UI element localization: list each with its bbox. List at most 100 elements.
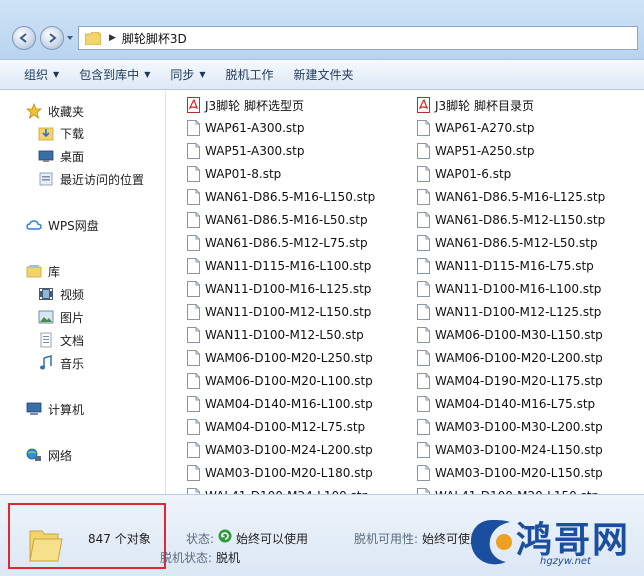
- file-icon: [417, 396, 430, 412]
- sidebar-item-label: 库: [48, 264, 61, 279]
- library-icon: [26, 263, 42, 279]
- file-item[interactable]: WAN11-D115-M16-L100.stp: [187, 256, 371, 276]
- file-icon: [417, 327, 430, 343]
- file-item[interactable]: J3脚轮 脚杯选型页: [187, 95, 304, 115]
- file-icon: [187, 396, 200, 412]
- file-item[interactable]: WAN61-D86.5-M16-L50.stp: [187, 210, 368, 230]
- file-item[interactable]: J3脚轮 脚杯目录页: [417, 95, 534, 115]
- file-name: WAN61-D86.5-M12-L75.stp: [205, 236, 368, 250]
- sidebar-item-desktop[interactable]: 桌面: [38, 146, 84, 166]
- file-icon: [187, 189, 200, 205]
- navigation-pane: 收藏夹 下载 桌面 最近访问的位置 WPS网盘 库 视频 图片 文档 音乐 计算…: [0, 91, 166, 494]
- file-item[interactable]: WAM04-D140-M16-L75.stp: [417, 394, 595, 414]
- file-name: WAN61-D86.5-M16-L150.stp: [205, 190, 376, 204]
- file-icon: [187, 120, 200, 136]
- document-icon: [38, 332, 54, 348]
- file-item[interactable]: WAM03-D100-M20-L150.stp: [417, 463, 603, 483]
- network-icon: [26, 447, 42, 463]
- file-item[interactable]: WAN61-D86.5-M12-L50.stp: [417, 233, 598, 253]
- sidebar-item-label: WPS网盘: [48, 218, 99, 233]
- back-arrow-icon: [19, 33, 27, 43]
- pdf-file-icon: [417, 97, 430, 113]
- file-name: WAM03-D100-M30-L200.stp: [435, 420, 603, 434]
- file-name: WAN61-D86.5-M12-L50.stp: [435, 236, 598, 250]
- forward-button[interactable]: [40, 26, 64, 50]
- work-offline-button[interactable]: 脱机工作: [216, 64, 284, 86]
- chevron-down-icon: ▼: [199, 70, 206, 79]
- file-item[interactable]: WAN11-D100-M12-L50.stp: [187, 325, 364, 345]
- file-item[interactable]: WAN11-D100-M12-L125.stp: [417, 302, 601, 322]
- address-path[interactable]: 脚轮脚杯3D: [122, 30, 187, 47]
- sidebar-item-computer[interactable]: 计算机: [26, 399, 84, 419]
- file-item[interactable]: WAP01-6.stp: [417, 164, 511, 184]
- file-item[interactable]: WAN11-D100-M12-L150.stp: [187, 302, 371, 322]
- file-name: J3脚轮 脚杯目录页: [435, 98, 534, 113]
- file-item[interactable]: WAP51-A300.stp: [187, 141, 305, 161]
- include-in-library-label: 包含到库中: [79, 68, 140, 82]
- file-icon: [187, 212, 200, 228]
- file-item[interactable]: WAP01-8.stp: [187, 164, 281, 184]
- file-item[interactable]: WAM04-D100-M12-L75.stp: [187, 417, 365, 437]
- sidebar-item-videos[interactable]: 视频: [38, 284, 84, 304]
- file-item[interactable]: WAM06-D100-M20-L200.stp: [417, 348, 603, 368]
- file-icon: [417, 373, 430, 389]
- file-item[interactable]: WAM03-D100-M30-L200.stp: [417, 417, 603, 437]
- file-item[interactable]: WAN61-D86.5-M12-L75.stp: [187, 233, 368, 253]
- file-item[interactable]: WAM04-D190-M20-L175.stp: [417, 371, 603, 391]
- file-item[interactable]: WAN61-D86.5-M16-L125.stp: [417, 187, 605, 207]
- sidebar-item-wps-cloud[interactable]: WPS网盘: [26, 215, 99, 235]
- file-icon: [417, 143, 430, 159]
- file-name: WAP51-A300.stp: [205, 144, 305, 158]
- file-item[interactable]: WAM06-D100-M30-L150.stp: [417, 325, 603, 345]
- address-bar[interactable]: ▶ 脚轮脚杯3D: [78, 26, 638, 50]
- file-name: WAN11-D100-M16-L125.stp: [205, 282, 372, 296]
- file-name: WAM06-D100-M30-L150.stp: [435, 328, 603, 342]
- file-item[interactable]: WAN11-D115-M16-L75.stp: [417, 256, 594, 276]
- forward-arrow-icon: [49, 33, 57, 43]
- file-item[interactable]: WAM03-D100-M20-L180.stp: [187, 463, 373, 483]
- status-label: 状态:: [186, 532, 215, 546]
- file-item[interactable]: WAM04-D140-M16-L100.stp: [187, 394, 373, 414]
- file-name: WAM03-D100-M20-L180.stp: [205, 466, 373, 480]
- new-folder-label: 新建文件夹: [293, 68, 354, 82]
- file-item[interactable]: WAN61-D86.5-M12-L150.stp: [417, 210, 605, 230]
- recent-pages-dropdown-icon[interactable]: [66, 34, 74, 42]
- breadcrumb-arrow-icon[interactable]: ▶: [109, 33, 116, 43]
- sidebar-item-label: 网络: [48, 448, 73, 463]
- file-icon: [187, 304, 200, 320]
- sidebar-item-network[interactable]: 网络: [26, 445, 72, 465]
- file-item[interactable]: WAM03-D100-M24-L200.stp: [187, 440, 373, 460]
- highlight-box: [8, 503, 166, 569]
- file-item[interactable]: WAN61-D86.5-M16-L150.stp: [187, 187, 375, 207]
- file-name: WAM04-D100-M12-L75.stp: [205, 420, 366, 434]
- file-item[interactable]: WAM03-D100-M24-L150.stp: [417, 440, 603, 460]
- file-item[interactable]: WAM06-D100-M20-L100.stp: [187, 371, 373, 391]
- back-button[interactable]: [12, 26, 36, 50]
- sidebar-item-downloads[interactable]: 下载: [38, 123, 84, 143]
- include-in-library-menu[interactable]: 包含到库中 ▼: [69, 64, 160, 86]
- file-icon: [417, 258, 430, 274]
- file-name: WAM06-D100-M20-L250.stp: [205, 351, 373, 365]
- sync-menu[interactable]: 同步 ▼: [160, 64, 215, 86]
- sidebar-item-pictures[interactable]: 图片: [38, 307, 84, 327]
- download-folder-icon: [38, 125, 54, 141]
- file-name: WAN11-D115-M16-L75.stp: [435, 259, 594, 273]
- file-icon: [417, 465, 430, 481]
- organize-menu[interactable]: 组织 ▼: [14, 64, 69, 86]
- sidebar-item-label: 音乐: [60, 356, 85, 371]
- file-item[interactable]: WAN11-D100-M16-L125.stp: [187, 279, 371, 299]
- file-item[interactable]: WAP51-A250.stp: [417, 141, 535, 161]
- sync-label: 同步: [170, 68, 195, 82]
- file-item[interactable]: WAP61-A270.stp: [417, 118, 535, 138]
- sidebar-item-libraries[interactable]: 库: [26, 261, 60, 281]
- file-item[interactable]: WAM06-D100-M20-L250.stp: [187, 348, 373, 368]
- file-name: WAP01-8.stp: [205, 167, 282, 181]
- sidebar-item-music[interactable]: 音乐: [38, 353, 84, 373]
- sidebar-item-recent[interactable]: 最近访问的位置: [38, 169, 144, 189]
- sidebar-item-favorites[interactable]: 收藏夹: [26, 101, 84, 121]
- file-item[interactable]: WAP61-A300.stp: [187, 118, 305, 138]
- sidebar-item-documents[interactable]: 文档: [38, 330, 84, 350]
- file-item[interactable]: WAN11-D100-M16-L100.stp: [417, 279, 601, 299]
- new-folder-button[interactable]: 新建文件夹: [284, 64, 364, 86]
- file-name: WAP61-A270.stp: [435, 121, 535, 135]
